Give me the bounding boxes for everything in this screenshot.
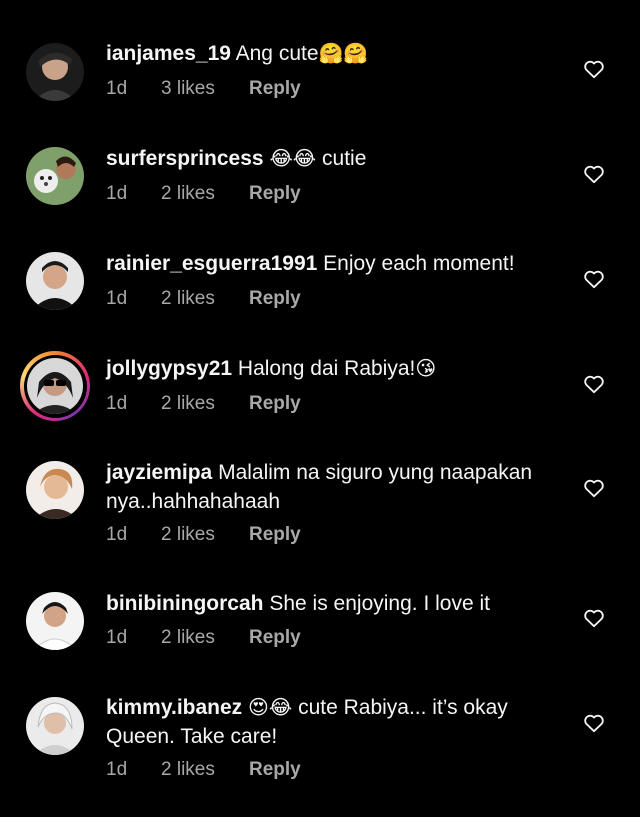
avatar[interactable] [26, 592, 84, 650]
heart-outline-icon[interactable] [583, 59, 605, 79]
comment-body: Ang cute [235, 42, 319, 65]
reply-button[interactable]: Reply [249, 78, 301, 100]
comment-time: 1d [106, 183, 128, 204]
avatar[interactable] [26, 147, 84, 205]
comment-likes[interactable]: 3 likes [161, 78, 249, 100]
comment-meta: 1d 2 likes Reply [106, 524, 301, 546]
comment-emojis: 😍😂 [248, 695, 293, 719]
comment-time: 1d [106, 393, 128, 414]
comment-emojis: 🤗🤗 [318, 41, 369, 65]
story-ring-gap [23, 354, 87, 418]
reply-button[interactable]: Reply [249, 524, 301, 546]
comment-meta: 1d 2 likes Reply [106, 627, 301, 649]
comment-text: kimmy.ibanez 😍😂 cute Rabiya... it’s okay… [106, 693, 556, 751]
reply-button[interactable]: Reply [249, 393, 301, 415]
comment-meta: 1d 2 likes Reply [106, 288, 301, 310]
comment-body: She is enjoying. I love it [269, 592, 490, 615]
heart-outline-icon[interactable] [583, 478, 605, 498]
comment-emojis: 😂😂 [269, 146, 317, 170]
comment-username[interactable]: jollygypsy21 [106, 357, 232, 380]
comment-body: Halong dai Rabiya! [237, 357, 416, 380]
comment-time: 1d [106, 288, 128, 309]
heart-outline-icon[interactable] [583, 374, 605, 394]
comment-username[interactable]: surfersprincess [106, 147, 264, 170]
comment-text: jayziemipa Malalim na siguro yung naapak… [106, 458, 556, 516]
heart-outline-icon[interactable] [583, 608, 605, 628]
comment-text: rainier_esguerra1991 Enjoy each moment! [106, 249, 556, 278]
comment-likes[interactable]: 2 likes [161, 183, 249, 205]
reply-button[interactable]: Reply [249, 183, 301, 205]
comment-meta: 1d 2 likes Reply [106, 759, 301, 781]
comment-body: Enjoy each moment! [323, 252, 515, 275]
comment-likes[interactable]: 2 likes [161, 393, 249, 415]
comment-text: ianjames_19 Ang cute🤗🤗 [106, 39, 556, 68]
comment-likes[interactable]: 2 likes [161, 288, 249, 310]
avatar[interactable] [26, 43, 84, 101]
comment-emojis: 😘 [415, 356, 437, 380]
comment-time: 1d [106, 627, 128, 648]
comment-likes[interactable]: 2 likes [161, 524, 249, 546]
comment-text: binibiningorcah She is enjoying. I love … [106, 589, 556, 618]
comment-username[interactable]: binibiningorcah [106, 592, 264, 615]
comment-likes[interactable]: 2 likes [161, 627, 249, 649]
comment-username[interactable]: kimmy.ibanez [106, 696, 242, 719]
comment-meta: 1d 2 likes Reply [106, 393, 301, 415]
avatar-story-ring[interactable] [20, 351, 90, 421]
comment-body: cutie [322, 147, 367, 170]
comment-list: ianjames_19 Ang cute🤗🤗 1d 3 likes Reply … [0, 0, 640, 817]
comment-meta: 1d 2 likes Reply [106, 183, 301, 205]
reply-button[interactable]: Reply [249, 288, 301, 310]
comment-likes[interactable]: 2 likes [161, 759, 249, 781]
comment-username[interactable]: jayziemipa [106, 461, 212, 484]
heart-outline-icon[interactable] [583, 269, 605, 289]
comment-text: surfersprincess 😂😂 cutie [106, 144, 556, 173]
avatar[interactable] [26, 697, 84, 755]
comment-text: jollygypsy21 Halong dai Rabiya!😘 [106, 354, 556, 383]
heart-outline-icon[interactable] [583, 164, 605, 184]
avatar[interactable] [26, 252, 84, 310]
comment-time: 1d [106, 524, 128, 545]
heart-outline-icon[interactable] [583, 713, 605, 733]
reply-button[interactable]: Reply [249, 759, 301, 781]
avatar[interactable] [26, 461, 84, 519]
comment-time: 1d [106, 78, 128, 99]
reply-button[interactable]: Reply [249, 627, 301, 649]
comment-username[interactable]: ianjames_19 [106, 42, 231, 65]
comment-meta: 1d 3 likes Reply [106, 78, 301, 100]
comment-username[interactable]: rainier_esguerra1991 [106, 252, 317, 275]
avatar [27, 358, 83, 414]
comment-time: 1d [106, 759, 128, 780]
